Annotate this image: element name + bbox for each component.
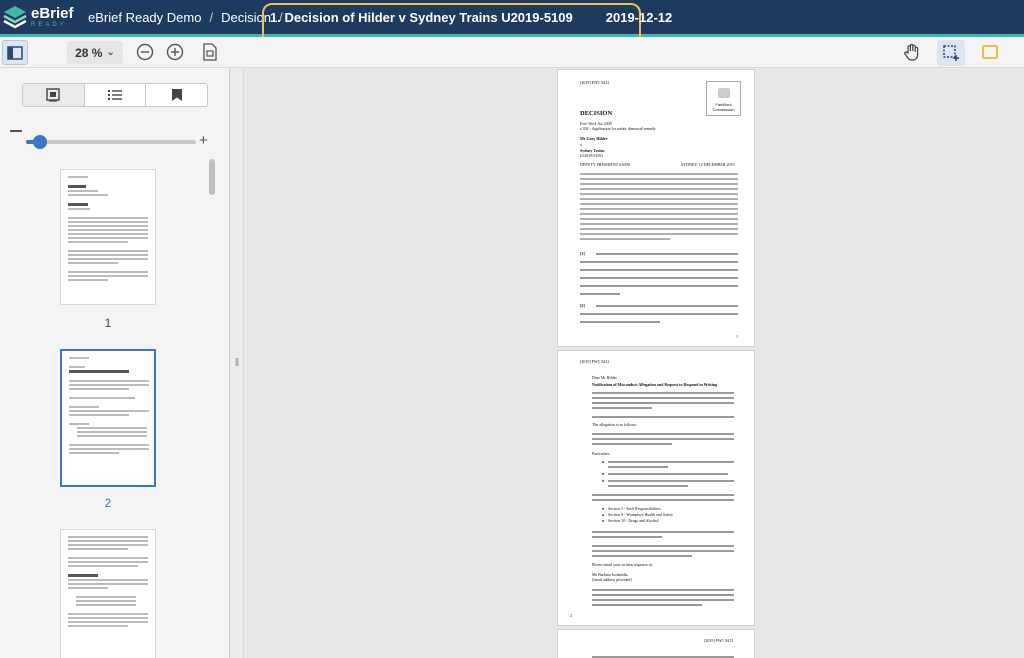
paragraph-2-number: [2]: [580, 303, 585, 308]
logo-text-line-2: Commission: [712, 107, 735, 112]
tab-thumbnails[interactable]: [23, 84, 85, 106]
bookmark-icon: [171, 89, 182, 101]
sidebar-panel-icon: [7, 45, 23, 60]
page-thumbnail-2[interactable]: [60, 349, 156, 487]
allegation-line: The allegation is as follows:: [592, 422, 638, 427]
thumbnail-size-slider-track[interactable]: [26, 140, 196, 144]
zoom-out-button[interactable]: [136, 43, 154, 61]
document-title-text: 1. Decision of Hilder v Sydney Trains U2…: [270, 10, 573, 25]
section-line: s.394 - Application for unfair dismissal…: [580, 126, 656, 131]
document-page-2: [2019] FWC 8412 Dear Mr Hilder Notificat…: [557, 350, 755, 626]
breadcrumb-separator: /: [209, 9, 214, 25]
thumbnails-icon: [46, 88, 61, 102]
document-viewer[interactable]: [2019] FWC 8412 FairWork Commission DECI…: [244, 68, 1024, 658]
document-page-1: [2019] FWC 8412 FairWork Commission DECI…: [557, 69, 755, 347]
minus-circle-icon: [136, 43, 154, 61]
zoom-in-button[interactable]: [166, 43, 184, 61]
member-name: DEPUTY PRESIDENT SAMS: [580, 162, 631, 167]
document-page-3: [2019] FWC 8412: [557, 629, 755, 658]
pan-tool-button[interactable]: [902, 42, 922, 62]
selection-add-icon: [943, 45, 959, 61]
hand-icon: [904, 43, 919, 61]
thumbnail-size-slider-handle[interactable]: [33, 135, 47, 149]
sidebar-view-switcher: [22, 83, 208, 107]
logo-secondary-text: READY: [31, 22, 67, 28]
page-thumbnail-3[interactable]: [60, 529, 156, 658]
paragraph-1-number: [1]: [580, 251, 585, 256]
sidebar-resize-handle[interactable]: ‖: [231, 68, 244, 658]
page-number: 1: [736, 334, 738, 339]
versus-line: v: [580, 142, 582, 147]
page-number: 2: [570, 613, 572, 618]
list-icon: [108, 90, 122, 100]
area-select-tool-button[interactable]: [937, 40, 965, 66]
policy-section-5: Section 5 - Staff Responsibilities: [608, 506, 661, 511]
sidebar-toggle-button[interactable]: [2, 40, 28, 65]
document-date-text: 2019-12-12: [605, 10, 673, 25]
page-citation: [2019] FWC 8412: [580, 80, 610, 85]
chevron-down-icon: ⌄: [106, 47, 115, 58]
thumbnail-size-increase[interactable]: +: [199, 133, 208, 148]
fit-page-button[interactable]: [202, 43, 218, 61]
policy-section-9: Section 9 - Workplace Health and Safety: [608, 512, 674, 517]
applicant-name: Mr Gary Hilder: [580, 136, 608, 141]
matter-number: (U2019/5109): [580, 153, 603, 158]
thumbnail-size-decrease[interactable]: [10, 130, 22, 132]
page-thumbnail-1-label: 1: [104, 316, 112, 330]
highlight-rectangle-tool-button[interactable]: [981, 43, 999, 61]
breadcrumb-item-workspace[interactable]: eBrief Ready Demo: [88, 10, 201, 25]
zoom-level-select[interactable]: 28 % ⌄: [67, 41, 123, 64]
ebrief-logo[interactable]: eBrief READY: [2, 0, 82, 34]
particulars-heading: Particulars:: [592, 451, 611, 456]
sidebar-scrollbar[interactable]: [209, 159, 215, 195]
letter-salutation: Dear Mr Hilder: [592, 375, 617, 380]
page-thumbnail-1[interactable]: [60, 169, 156, 305]
policy-section-10: Section 10 - Drugs and Alcohol: [608, 518, 659, 523]
tab-bookmarks[interactable]: [146, 84, 207, 106]
fair-work-commission-logo: FairWork Commission: [706, 81, 741, 116]
page-citation: [2019] FWC 8412: [580, 359, 610, 364]
plus-circle-icon: [166, 43, 184, 61]
letter-heading: Notification of Misconduct Allegation an…: [592, 382, 718, 387]
page-thumbnail-2-label: 2: [104, 496, 112, 510]
recipient-email: [email address provided]: [592, 577, 632, 582]
location-date: SYDNEY, 12 DECEMBER 2019: [681, 162, 735, 167]
reply-instruction: Please email your written response to:: [592, 562, 653, 567]
tab-outline[interactable]: [85, 84, 147, 106]
page-citation: [2019] FWC 8412: [704, 638, 734, 643]
viewer-toolbar: 28 % ⌄: [0, 37, 1024, 68]
drag-handle-icon: ‖: [234, 357, 240, 369]
yellow-rectangle-icon: [982, 45, 998, 59]
page-fit-icon: [203, 43, 217, 61]
ebrief-logo-icon: [3, 6, 27, 29]
logo-primary-text: eBrief: [31, 5, 74, 22]
decision-heading: DECISION: [580, 110, 613, 117]
coat-of-arms-icon: [717, 88, 730, 98]
zoom-level-value: 28 %: [75, 45, 103, 60]
thumbnail-sidebar: + 1 2: [0, 68, 230, 658]
